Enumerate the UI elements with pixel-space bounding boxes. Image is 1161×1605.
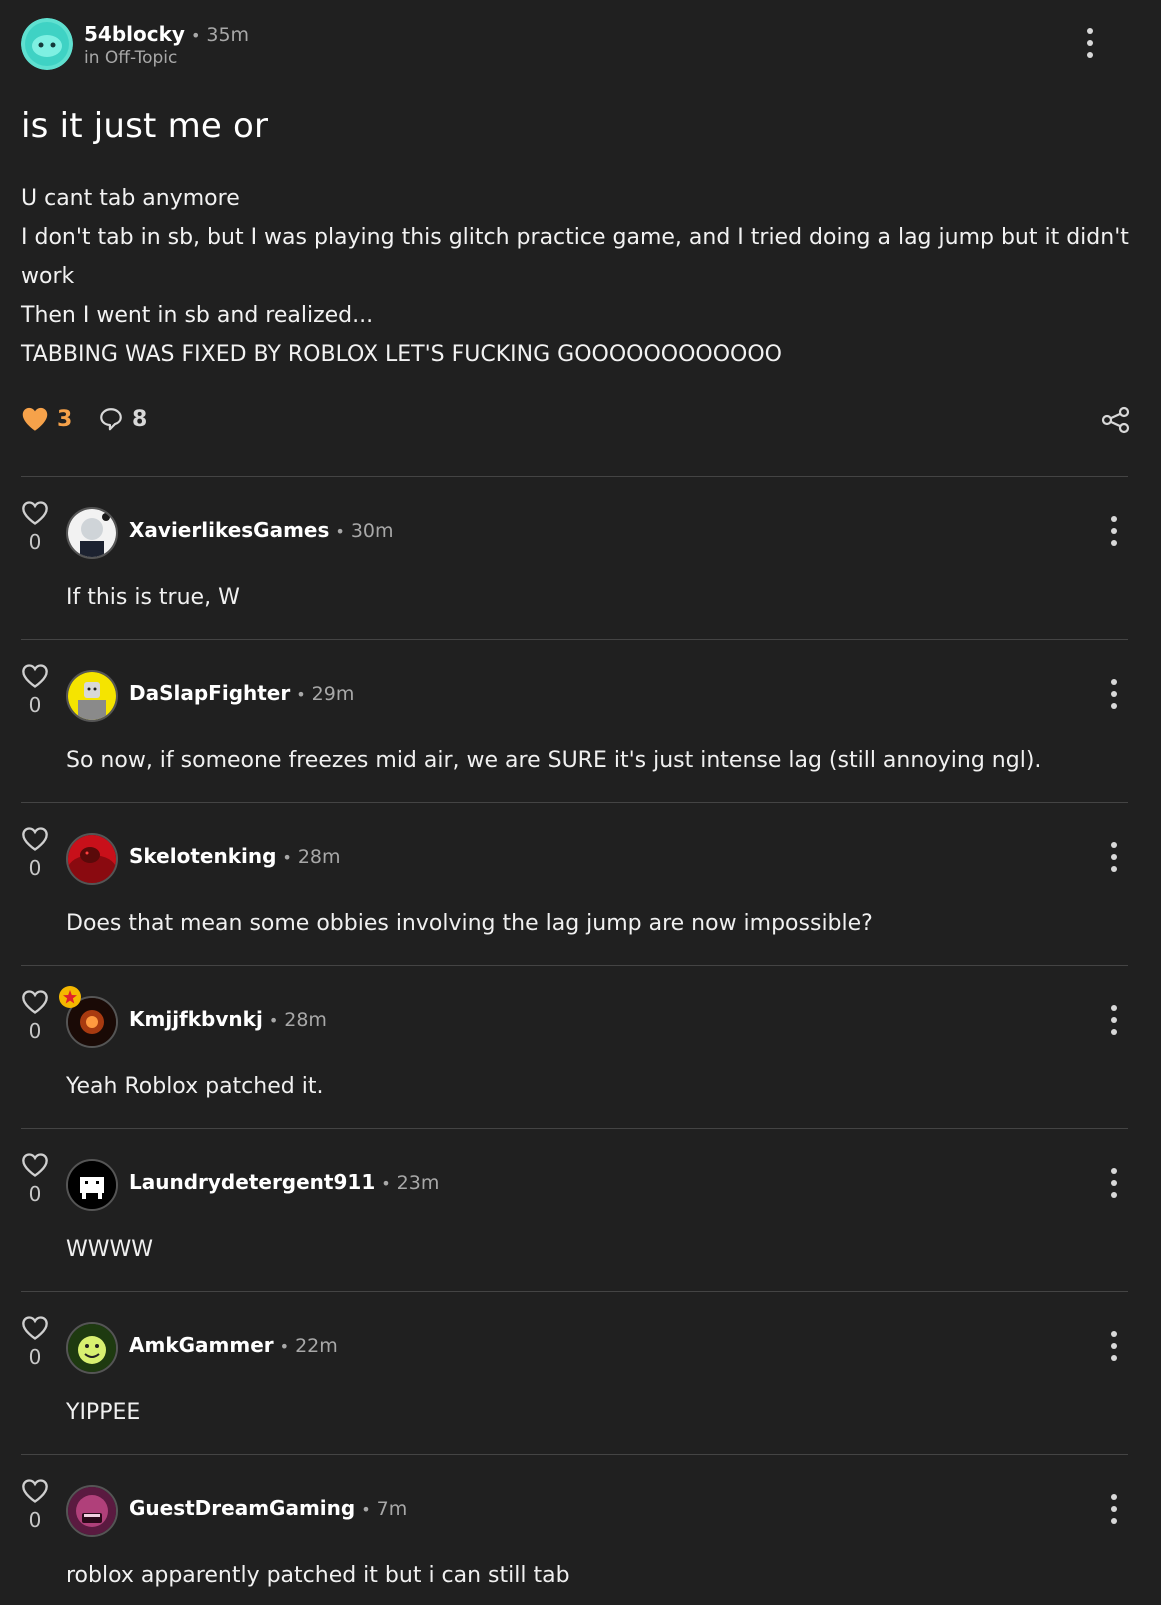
commenter-name[interactable]: Kmjjfkbvnkj <box>129 1007 263 1031</box>
comment-text: Does that mean some obbies involving the… <box>66 911 873 936</box>
author-name[interactable]: 54blocky <box>84 22 185 46</box>
separator-dot: • <box>296 685 306 704</box>
comment-like-count: 0 <box>28 1019 42 1043</box>
comment-time: 22m <box>295 1335 338 1357</box>
post-comment-button[interactable]: 8 <box>98 406 147 432</box>
author-avatar[interactable] <box>21 18 73 70</box>
commenter-avatar[interactable] <box>66 1159 118 1211</box>
post-title: is it just me or <box>21 106 269 146</box>
comment-more-options-icon[interactable] <box>1109 1331 1119 1361</box>
heart-outline-icon <box>22 1479 48 1503</box>
comment-like-button[interactable]: 0 <box>21 826 49 880</box>
comment-like-count: 0 <box>28 856 42 880</box>
comment-like-count: 0 <box>28 1345 42 1369</box>
post-more-options-icon[interactable] <box>1085 28 1095 58</box>
post-comment-count: 8 <box>132 406 148 432</box>
comment-text: YIPPEE <box>66 1400 141 1425</box>
comment-more-options-icon[interactable] <box>1109 1494 1119 1524</box>
commenter-name[interactable]: AmkGammer <box>129 1333 274 1357</box>
community-link[interactable]: in Off-Topic <box>84 48 177 68</box>
comment-time: 30m <box>350 520 394 542</box>
commenter-name[interactable]: XavierlikesGames <box>129 518 329 542</box>
commenter-avatar[interactable] <box>66 670 118 722</box>
comment-item: 0 Laundrydetergent911 • 23m WWWW <box>21 1128 1141 1291</box>
post-actions: 3 8 <box>21 400 1131 442</box>
comment-text: WWWW <box>66 1237 154 1262</box>
comment-like-button[interactable]: 0 <box>21 989 49 1043</box>
comment-text: roblox apparently patched it but i can s… <box>66 1563 570 1588</box>
comment-time: 28m <box>284 1009 327 1031</box>
comment-more-options-icon[interactable] <box>1109 516 1119 546</box>
comment-more-options-icon[interactable] <box>1109 1005 1119 1035</box>
post-like-count: 3 <box>57 406 73 432</box>
comment-like-button[interactable]: 0 <box>21 663 49 717</box>
post-body: U cant tab anymore I don't tab in sb, bu… <box>21 179 1131 374</box>
comment-like-button[interactable]: 0 <box>21 1152 49 1206</box>
comment-time: 29m <box>311 683 355 705</box>
comment-like-button[interactable]: 0 <box>21 500 49 554</box>
post-time: 35m <box>206 24 250 46</box>
commenter-name[interactable]: Skelotenking <box>129 844 276 868</box>
post-body-line: I don't tab in sb, but I was playing thi… <box>21 225 1129 289</box>
comment-like-count: 0 <box>28 693 42 717</box>
comment-time: 28m <box>297 846 341 868</box>
heart-outline-icon <box>22 827 48 851</box>
comment-item: 0 XavierlikesGames • 30m If this is true, … <box>21 476 1141 639</box>
comment-like-count: 0 <box>28 530 42 554</box>
separator-dot: • <box>335 522 345 541</box>
separator-dot: • <box>282 848 292 867</box>
post-body-line: U cant tab anymore <box>21 186 240 211</box>
separator-dot: • <box>190 26 201 45</box>
comment-text: If this is true, W <box>66 585 240 610</box>
comment-item: 0 AmkGammer • 22m YIPPEE <box>21 1291 1141 1454</box>
post-body-line: TABBING WAS FIXED BY ROBLOX LET'S FUCKIN… <box>21 342 782 367</box>
comment-time: 7m <box>376 1498 408 1520</box>
comment-like-count: 0 <box>28 1508 42 1532</box>
separator-dot: • <box>361 1500 371 1519</box>
comment-more-options-icon[interactable] <box>1109 679 1119 709</box>
comment-item: 0 GuestDreamGaming • 7m roblox apparently … <box>21 1454 1141 1605</box>
comment-time: 23m <box>396 1172 440 1194</box>
heart-outline-icon <box>22 990 48 1014</box>
comment-text: So now, if someone freezes mid air, we a… <box>66 748 1042 773</box>
heart-outline-icon <box>22 1316 48 1340</box>
share-button[interactable] <box>1101 406 1131 438</box>
comment-item: 0 DaSlapFighter • 29m So now, if someone f… <box>21 639 1141 802</box>
comment-item: 0 Skelotenking • 28m Does that mean some o… <box>21 802 1141 965</box>
commenter-avatar[interactable] <box>66 1485 118 1537</box>
commenter-avatar[interactable] <box>66 1322 118 1374</box>
separator-dot: • <box>279 1337 290 1356</box>
heart-outline-icon <box>22 664 48 688</box>
commenter-name[interactable]: GuestDreamGaming <box>129 1496 355 1520</box>
comment-item: 0 Kmjjfkbvnkj • 28m Yeah Roblox patched it… <box>21 965 1141 1128</box>
comment-more-options-icon[interactable] <box>1109 1168 1119 1198</box>
comment-bubble-icon <box>100 408 122 431</box>
post-body-line: Then I went in sb and realized... <box>21 303 374 328</box>
separator-dot: • <box>268 1011 279 1030</box>
heart-filled-icon <box>22 407 48 431</box>
commenter-avatar[interactable] <box>66 833 118 885</box>
commenter-name[interactable]: DaSlapFighter <box>129 681 290 705</box>
commenter-avatar[interactable] <box>66 507 118 559</box>
comment-like-button[interactable]: 0 <box>21 1478 49 1532</box>
heart-outline-icon <box>22 1153 48 1177</box>
post-like-button[interactable]: 3 <box>21 406 72 432</box>
comment-text: Yeah Roblox patched it. <box>66 1074 324 1099</box>
heart-outline-icon <box>22 501 48 525</box>
share-icon <box>1101 406 1130 434</box>
post-header: 54blocky • 35m in Off-Topic <box>21 18 1141 74</box>
commenter-name[interactable]: Laundrydetergent911 <box>129 1170 375 1194</box>
star-badge-icon <box>59 986 81 1008</box>
separator-dot: • <box>381 1174 391 1193</box>
comment-like-button[interactable]: 0 <box>21 1315 49 1369</box>
comment-more-options-icon[interactable] <box>1109 842 1119 872</box>
comment-like-count: 0 <box>28 1182 42 1206</box>
